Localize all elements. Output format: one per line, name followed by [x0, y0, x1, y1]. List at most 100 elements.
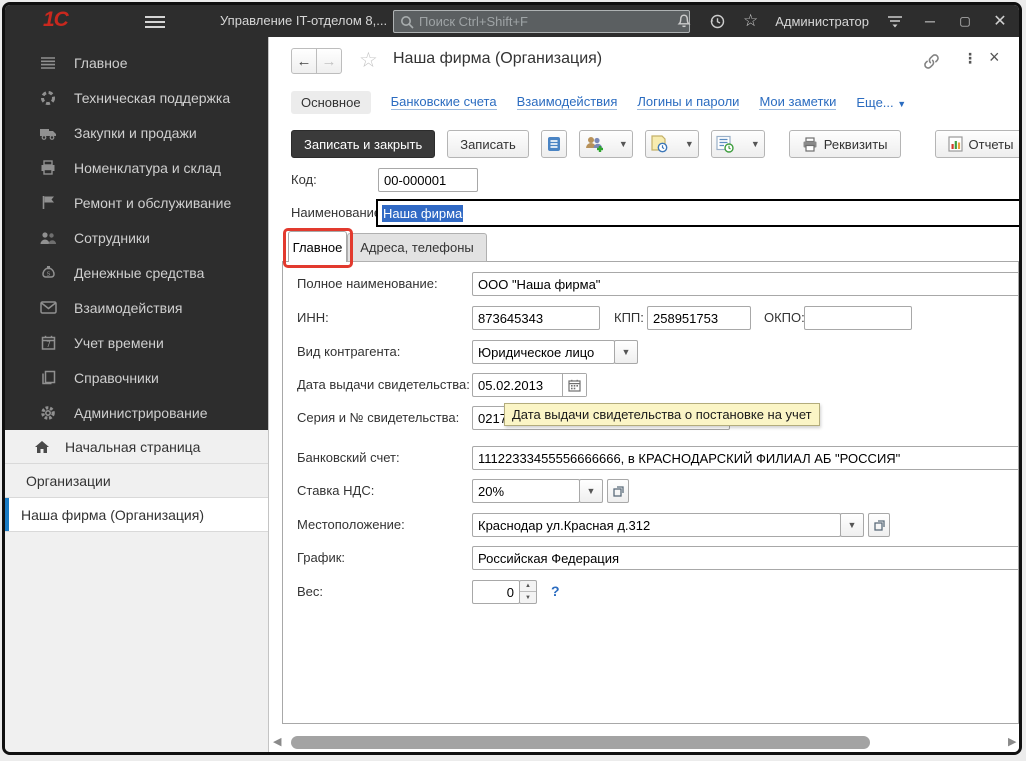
location-label: Местоположение:	[297, 513, 405, 537]
copy-link-icon[interactable]	[922, 52, 941, 76]
location-open-button[interactable]	[868, 513, 890, 537]
stepper-up-icon[interactable]: ▲	[520, 581, 536, 592]
schedule-label: График:	[297, 546, 345, 570]
link-bank-accounts[interactable]: Банковские счета	[391, 94, 497, 110]
tab-addresses-phones[interactable]: Адреса, телефоны	[347, 233, 487, 262]
search-input[interactable]	[419, 14, 683, 29]
location-input[interactable]	[472, 513, 841, 537]
history-icon[interactable]	[709, 13, 726, 30]
counterparty-kind-input[interactable]	[472, 340, 615, 364]
reports-button[interactable]: Отчеты ▼	[935, 130, 1022, 158]
calendar-button[interactable]	[562, 374, 586, 396]
close-form-icon[interactable]: ×	[989, 47, 1000, 68]
vat-rate-open-button[interactable]	[607, 479, 629, 503]
sidebar-item-glavnoe[interactable]: Главное	[5, 45, 268, 80]
open-icon	[613, 486, 624, 497]
taskbar-item-organizations[interactable]: Организации	[5, 464, 268, 498]
full-name-input[interactable]	[472, 272, 1019, 296]
more-menu-icon[interactable]: ⋮	[963, 50, 977, 67]
create-document-button[interactable]: ▼	[645, 130, 699, 158]
weight-help-link[interactable]: ?	[551, 583, 560, 599]
name-label: Наименование:	[291, 201, 385, 225]
sidebar-item-purchases[interactable]: Закупки и продажи	[5, 115, 268, 150]
horizontal-scrollbar-thumb[interactable]	[291, 736, 870, 749]
open-icon	[874, 520, 885, 531]
structure-button[interactable]	[541, 130, 567, 158]
save-close-button[interactable]: Записать и закрыть	[291, 130, 435, 158]
sidebar-item-employees[interactable]: Сотрудники	[5, 220, 268, 255]
add-contact-button[interactable]: ▼	[579, 130, 633, 158]
global-search[interactable]	[393, 10, 690, 33]
dropdown-caret-icon: ▼	[619, 139, 628, 149]
current-user[interactable]: Администратор	[775, 14, 869, 29]
sidebar-item-timesheet[interactable]: 7 Учет времени	[5, 325, 268, 360]
schedule-input[interactable]	[472, 546, 1019, 570]
app-window: 1С Управление IT-отделом 8,...(1С:Предпр…	[2, 2, 1022, 755]
vat-rate-input[interactable]	[472, 479, 580, 503]
name-input[interactable]: Наша фирма	[376, 199, 1021, 227]
form-star-icon[interactable]: ☆	[359, 48, 378, 73]
menu-lines-icon	[39, 55, 57, 71]
scroll-right-icon[interactable]: ▶	[1008, 735, 1016, 748]
requisites-button[interactable]: Реквизиты	[789, 130, 901, 158]
favorites-star-icon[interactable]: ☆	[743, 11, 758, 31]
svg-text:7: 7	[46, 340, 51, 349]
report-icon	[948, 136, 963, 152]
bank-account-input[interactable]	[472, 446, 1019, 470]
minimize-button[interactable]: ─	[921, 13, 939, 29]
selected-text: Наша фирма	[382, 205, 463, 222]
open-windows-panel: Начальная страница Организации Наша фирм…	[5, 430, 268, 753]
sidebar-item-money[interactable]: s Денежные средства	[5, 255, 268, 290]
maximize-button[interactable]: ▢	[956, 14, 974, 28]
link-logins-passwords[interactable]: Логины и пароли	[637, 94, 739, 110]
location-dropdown-button[interactable]: ▼	[840, 513, 864, 537]
scroll-left-icon[interactable]: ◀	[273, 735, 281, 748]
people-icon	[39, 230, 57, 246]
weight-stepper[interactable]: ▲ ▼	[519, 580, 537, 604]
notifications-bell-icon[interactable]	[676, 13, 692, 29]
stepper-down-icon[interactable]: ▼	[520, 592, 536, 603]
sidebar-item-interactions[interactable]: Взаимодействия	[5, 290, 268, 325]
tab-glavnoe[interactable]: Главное	[288, 231, 347, 262]
vat-rate-dropdown-button[interactable]: ▼	[579, 479, 603, 503]
forward-button[interactable]: →	[316, 48, 342, 74]
sidebar-item-tech-support[interactable]: Техническая поддержка	[5, 80, 268, 115]
tab-osnovnoe[interactable]: Основное	[291, 91, 371, 114]
more-link[interactable]: Еще... ▼	[856, 95, 906, 110]
link-interactions[interactable]: Взаимодействия	[517, 94, 618, 110]
code-input[interactable]	[378, 168, 478, 192]
counterparty-kind-dropdown-button[interactable]: ▼	[614, 340, 638, 364]
close-window-button[interactable]: ✕	[991, 11, 1009, 31]
titlebar: 1С Управление IT-отделом 8,...(1С:Предпр…	[5, 5, 1019, 37]
weight-input[interactable]	[472, 580, 520, 604]
taskbar-item-home[interactable]: Начальная страница	[5, 430, 268, 464]
okpo-input[interactable]	[804, 306, 912, 330]
inn-label: ИНН:	[297, 306, 329, 330]
sidebar-item-administration[interactable]: Администрирование	[5, 395, 268, 430]
sidebar-item-nomenclature[interactable]: Номенклатура и склад	[5, 150, 268, 185]
printer-icon	[39, 160, 57, 176]
dropdown-caret-icon: ▼	[751, 139, 760, 149]
full-name-label: Полное наименование:	[297, 272, 438, 296]
kpp-input[interactable]	[647, 306, 751, 330]
main-menu-icon[interactable]	[145, 13, 165, 29]
cert-serial-label: Серия и № свидетельства:	[297, 406, 459, 430]
tools-menu-icon[interactable]	[886, 13, 904, 29]
taskbar-item-nasha-firma[interactable]: Наша фирма (Организация)	[5, 498, 268, 532]
document-clock-icon	[650, 135, 668, 153]
sections-panel: Главное Техническая поддержка Закупки и …	[5, 37, 268, 430]
svg-text:s: s	[46, 270, 50, 278]
back-button[interactable]: ←	[291, 48, 317, 74]
okpo-label: ОКПО:	[764, 306, 805, 330]
bank-account-label: Банковский счет:	[297, 446, 400, 470]
money-bag-icon: s	[39, 265, 57, 281]
link-my-notes[interactable]: Мои заметки	[759, 94, 836, 110]
kpp-label: КПП:	[614, 306, 644, 330]
sidebar-item-repair[interactable]: Ремонт и обслуживание	[5, 185, 268, 220]
save-button[interactable]: Записать	[447, 130, 529, 158]
inn-input[interactable]	[472, 306, 600, 330]
dropdown-caret-icon: ▼	[685, 139, 694, 149]
dropdown-caret-icon: ▼	[1019, 139, 1021, 149]
tasks-button[interactable]: ▼	[711, 130, 765, 158]
sidebar-item-directories[interactable]: Справочники	[5, 360, 268, 395]
